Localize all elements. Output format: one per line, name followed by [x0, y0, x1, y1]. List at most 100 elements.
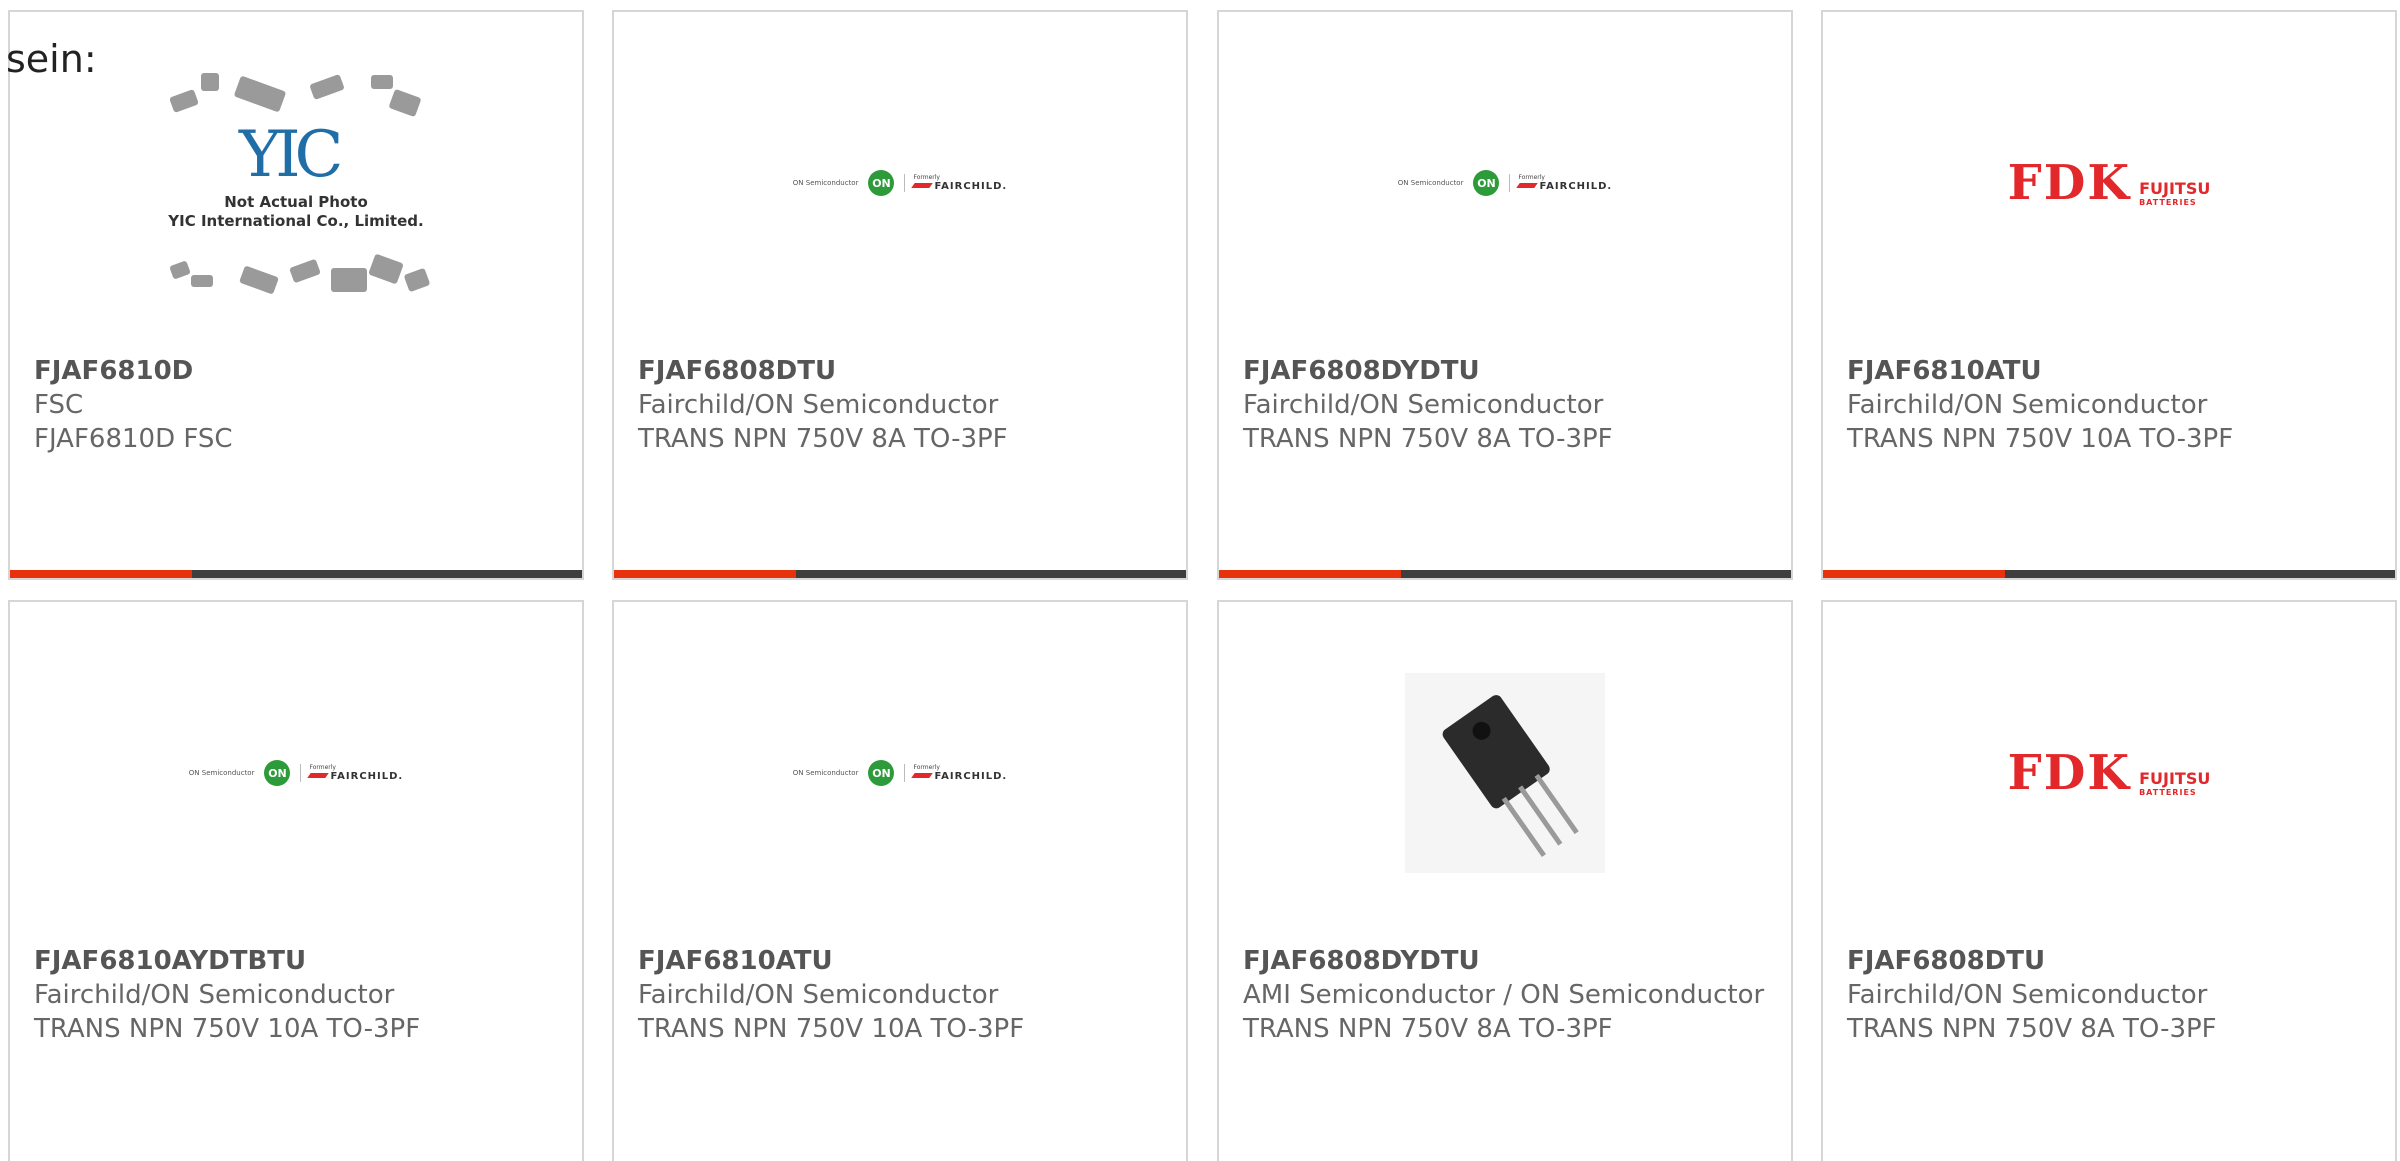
- fairchild-wordmark: FAIRCHILD.: [911, 181, 1008, 192]
- product-image[interactable]: FDK FUJITSU BATTERIES: [1823, 52, 2395, 314]
- ic-chip-icon: [403, 267, 431, 293]
- product-card[interactable]: ON Semiconductor ON Formerly FAIRCHILD. FJAF…: [612, 600, 1188, 1161]
- ic-chip-icon: [388, 88, 422, 118]
- fairchild-word: FAIRCHILD.: [934, 771, 1008, 782]
- product-card[interactable]: ON Semiconductor ON Formerly FAIRCHILD. FJAF…: [1217, 10, 1793, 580]
- fairchild-formerly-text: Formerly: [913, 174, 940, 181]
- fairchild-wordmark: FAIRCHILD.: [1516, 181, 1612, 192]
- product-manufacturer: Fairchild/ON Semiconductor: [638, 980, 999, 1010]
- fairchild-wordmark: FAIRCHILD.: [911, 771, 1008, 782]
- card-bottom-bar: [10, 570, 582, 578]
- fairchild-word: FAIRCHILD.: [330, 771, 404, 782]
- product-image[interactable]: YIC Not Actual Photo YIC International Co…: [10, 52, 582, 314]
- product-manufacturer: FSC: [34, 390, 84, 420]
- product-image[interactable]: [1219, 642, 1791, 904]
- product-card[interactable]: ON Semiconductor ON Formerly FAIRCHILD. FJAF…: [8, 600, 584, 1161]
- on-fairchild-logo: ON Semiconductor ON Formerly FAIRCHILD.: [793, 170, 1007, 196]
- fairchild-slash-icon: [911, 773, 934, 778]
- product-card[interactable]: YIC Not Actual Photo YIC International Co…: [8, 10, 584, 580]
- ic-chip-icon: [309, 74, 345, 100]
- card-bottom-bar: [1823, 570, 2395, 578]
- on-fairchild-logo: ON Semiconductor ON Formerly FAIRCHILD.: [793, 760, 1007, 786]
- product-info: FJAF6810AYDTBTU Fairchild/ON Semiconducto…: [34, 944, 558, 1046]
- product-part-number[interactable]: FJAF6810ATU: [638, 944, 1162, 978]
- to3pf-transistor-photo: [1405, 673, 1605, 873]
- card-accent-bar: [1219, 570, 1401, 578]
- ic-chip-icon: [233, 75, 287, 113]
- fdk-wordmark: FDK: [2007, 745, 2132, 801]
- fairchild-logo: Formerly FAIRCHILD.: [904, 174, 1007, 192]
- fairchild-wordmark: FAIRCHILD.: [307, 771, 404, 782]
- yic-logo-mark: YIC: [239, 118, 343, 192]
- product-card[interactable]: FJAF6808DYDTU AMI Semiconductor / ON Semi…: [1217, 600, 1793, 1161]
- ic-chip-icon: [201, 73, 219, 91]
- product-card[interactable]: FDK FUJITSU BATTERIES FJAF6810ATU Fairchild/…: [1821, 10, 2397, 580]
- product-info: FJAF6808DTU Fairchild/ON Semiconductor TRA…: [638, 354, 1162, 456]
- fairchild-logo: Formerly FAIRCHILD.: [904, 764, 1007, 782]
- product-grid: YIC Not Actual Photo YIC International Co…: [8, 10, 2400, 1161]
- product-manufacturer: Fairchild/ON Semiconductor: [1243, 390, 1604, 420]
- fairchild-word: FAIRCHILD.: [934, 181, 1008, 192]
- card-bottom-bar: [1219, 570, 1791, 578]
- fairchild-formerly-text: Formerly: [913, 764, 940, 771]
- on-semiconductor-text: ON Semiconductor: [188, 769, 255, 777]
- product-part-number[interactable]: FJAF6808DYDTU: [1243, 354, 1767, 388]
- batteries-word: BATTERIES: [2139, 198, 2197, 207]
- on-badge-icon: ON: [1473, 170, 1500, 196]
- product-part-number[interactable]: FJAF6810ATU: [1847, 354, 2371, 388]
- product-info: FJAF6808DYDTU Fairchild/ON Semiconductor T…: [1243, 354, 1767, 456]
- on-fairchild-logo: ON Semiconductor ON Formerly FAIRCHILD.: [1398, 170, 1612, 196]
- on-fairchild-logo: ON Semiconductor ON Formerly FAIRCHILD.: [189, 760, 403, 786]
- fujitsu-word: FUJITSU: [2139, 179, 2211, 198]
- on-semiconductor-text: ON Semiconductor: [792, 179, 859, 187]
- ic-chip-icon: [289, 258, 321, 284]
- on-semiconductor-text: ON Semiconductor: [1397, 179, 1464, 187]
- fairchild-slash-icon: [911, 183, 934, 188]
- product-card[interactable]: ON Semiconductor ON Formerly FAIRCHILD. FJAF…: [612, 10, 1188, 580]
- card-bottom-bar: [614, 570, 1186, 578]
- product-info: FJAF6808DYDTU AMI Semiconductor / ON Semi…: [1243, 944, 1767, 1046]
- fairchild-logo: Formerly FAIRCHILD.: [1509, 174, 1612, 192]
- ic-chip-icon: [239, 265, 279, 295]
- product-image[interactable]: ON Semiconductor ON Formerly FAIRCHILD.: [614, 52, 1186, 314]
- product-image[interactable]: ON Semiconductor ON Formerly FAIRCHILD.: [614, 642, 1186, 904]
- on-badge-icon: ON: [868, 170, 895, 196]
- product-part-number[interactable]: FJAF6808DTU: [638, 354, 1162, 388]
- lead-text: sein:: [6, 37, 97, 81]
- product-manufacturer: Fairchild/ON Semiconductor: [34, 980, 395, 1010]
- product-description: TRANS NPN 750V 10A TO-3PF: [638, 1014, 1025, 1044]
- product-part-number[interactable]: FJAF6810D: [34, 354, 558, 388]
- product-image[interactable]: ON Semiconductor ON Formerly FAIRCHILD.: [10, 642, 582, 904]
- ic-chip-icon: [371, 75, 393, 89]
- product-manufacturer: Fairchild/ON Semiconductor: [1847, 390, 2208, 420]
- card-accent-bar: [1823, 570, 2005, 578]
- fujitsu-mark: FUJITSU BATTERIES: [2139, 769, 2210, 797]
- fujitsu-mark: FUJITSU BATTERIES: [2139, 179, 2210, 207]
- product-description: TRANS NPN 750V 8A TO-3PF: [1243, 1014, 1613, 1044]
- product-image[interactable]: ON Semiconductor ON Formerly FAIRCHILD.: [1219, 52, 1791, 314]
- card-accent-bar: [10, 570, 192, 578]
- on-badge-icon: ON: [264, 760, 291, 786]
- fairchild-slash-icon: [1516, 183, 1539, 188]
- product-manufacturer: Fairchild/ON Semiconductor: [1847, 980, 2208, 1010]
- product-manufacturer: AMI Semiconductor / ON Semiconductor: [1243, 980, 1765, 1010]
- product-image[interactable]: FDK FUJITSU BATTERIES: [1823, 642, 2395, 904]
- product-info: FJAF6810ATU Fairchild/ON Semiconductor TRA…: [638, 944, 1162, 1046]
- product-description: TRANS NPN 750V 10A TO-3PF: [1847, 424, 2234, 454]
- on-semiconductor-text: ON Semiconductor: [792, 769, 859, 777]
- fairchild-slash-icon: [307, 773, 330, 778]
- ic-chip-icon: [169, 89, 199, 113]
- product-card[interactable]: FDK FUJITSU BATTERIES FJAF6808DTU Fairchild/…: [1821, 600, 2397, 1161]
- ic-chip-icon: [331, 268, 367, 292]
- card-accent-bar: [614, 570, 796, 578]
- fdk-fujitsu-logo: FDK FUJITSU BATTERIES: [2008, 159, 2211, 207]
- product-part-number[interactable]: FJAF6808DYDTU: [1243, 944, 1767, 978]
- product-part-number[interactable]: FJAF6810AYDTBTU: [34, 944, 558, 978]
- product-description: TRANS NPN 750V 8A TO-3PF: [1847, 1014, 2217, 1044]
- product-part-number[interactable]: FJAF6808DTU: [1847, 944, 2371, 978]
- on-badge-icon: ON: [868, 760, 895, 786]
- product-description: TRANS NPN 750V 8A TO-3PF: [1243, 424, 1613, 454]
- ic-chip-icon: [191, 275, 213, 287]
- product-description: TRANS NPN 750V 8A TO-3PF: [638, 424, 1008, 454]
- product-info: FJAF6810D FSC FJAF6810D FSC: [34, 354, 558, 456]
